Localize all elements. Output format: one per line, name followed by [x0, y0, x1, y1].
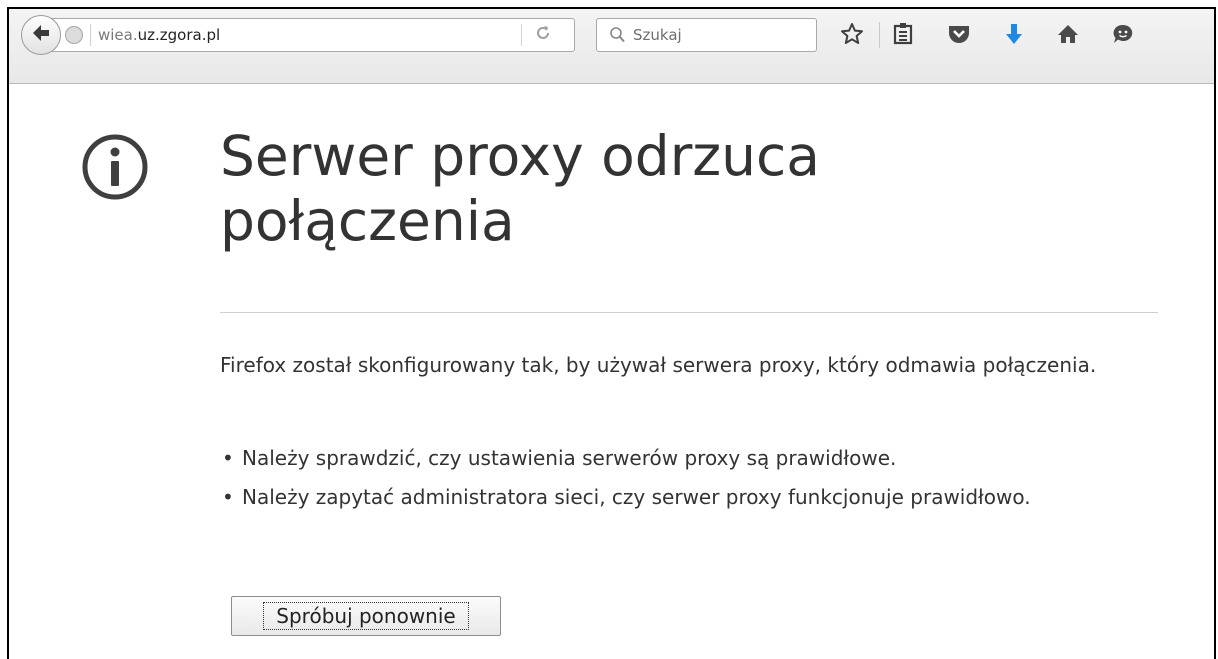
title-divider: [220, 312, 1158, 313]
info-icon: [80, 132, 150, 206]
globe-icon: [65, 26, 83, 44]
try-again-label: Spróbuj ponownie: [263, 602, 469, 630]
url-separator: [90, 24, 91, 46]
search-icon: [609, 26, 625, 48]
back-arrow-icon: [30, 22, 52, 48]
url-text[interactable]: wiea.uz.zgora.pl: [98, 26, 220, 44]
browser-window: wiea.uz.zgora.pl Szukaj Serwer proxy odr…: [7, 7, 1216, 659]
suggestion-list: Należy sprawdzić, czy ustawienia serweró…: [220, 444, 1150, 522]
navigation-toolbar: wiea.uz.zgora.pl Szukaj: [9, 9, 1214, 84]
toolbar-separator: [879, 22, 880, 48]
reload-icon[interactable]: [534, 24, 552, 47]
url-prefix: wiea.: [98, 26, 138, 44]
search-placeholder: Szukaj: [633, 26, 682, 44]
list-item: Należy zapytać administratora sieci, czy…: [220, 483, 1150, 511]
download-icon[interactable]: [1000, 20, 1028, 48]
bookmark-star-icon[interactable]: [838, 20, 866, 48]
list-item: Należy sprawdzić, czy ustawienia serweró…: [220, 444, 1150, 472]
page-title: Serwer proxy odrzuca połączenia: [220, 124, 820, 253]
url-domain: uz.zgora.pl: [137, 26, 221, 44]
home-icon[interactable]: [1054, 20, 1082, 48]
url-bar[interactable]: wiea.uz.zgora.pl: [47, 18, 575, 52]
reading-list-icon[interactable]: [889, 20, 917, 48]
back-button[interactable]: [21, 15, 61, 55]
pocket-icon[interactable]: [945, 20, 973, 48]
search-bar[interactable]: Szukaj: [596, 18, 817, 52]
reload-separator: [521, 24, 522, 46]
chat-icon[interactable]: [1109, 20, 1137, 48]
error-page: Serwer proxy odrzuca połączenia Firefox …: [9, 84, 1214, 659]
try-again-button[interactable]: Spróbuj ponownie: [231, 596, 501, 636]
error-description: Firefox został skonfigurowany tak, by uż…: [220, 353, 1097, 377]
